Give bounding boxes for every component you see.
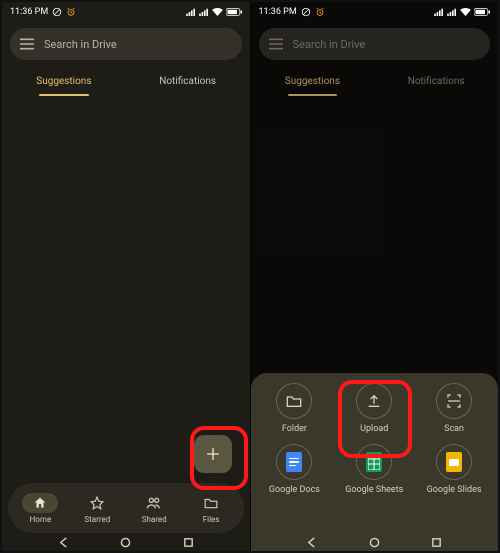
status-time: 11:36 PM bbox=[259, 7, 297, 17]
google-sheets-icon bbox=[366, 452, 382, 472]
sheet-item-sheets[interactable]: Google Sheets bbox=[334, 444, 414, 495]
nav-home[interactable]: Home bbox=[12, 493, 69, 524]
sheet-item-slides[interactable]: Google Slides bbox=[414, 444, 494, 495]
plus-icon bbox=[205, 446, 221, 462]
screenshot-right: 11:36 PM Search in Drive Suggestions Not… bbox=[251, 2, 499, 551]
star-icon bbox=[90, 496, 104, 510]
tabs: Suggestions Notifications bbox=[2, 66, 250, 96]
battery-icon bbox=[226, 8, 242, 16]
nav-files[interactable]: Files bbox=[183, 493, 240, 524]
search-placeholder: Search in Drive bbox=[293, 38, 366, 51]
signal-icon bbox=[434, 8, 444, 16]
wifi-icon bbox=[212, 8, 223, 16]
people-icon bbox=[146, 496, 162, 510]
tab-notifications[interactable]: Notifications bbox=[374, 66, 498, 96]
android-navbar bbox=[251, 533, 499, 551]
status-bar: 11:36 PM bbox=[251, 2, 499, 22]
battery-icon bbox=[474, 8, 490, 16]
tab-notifications[interactable]: Notifications bbox=[126, 66, 250, 96]
dnd-icon bbox=[52, 7, 62, 17]
alarm-icon bbox=[66, 7, 76, 17]
bottom-nav: Home Starred Shared Files bbox=[8, 483, 244, 533]
sheet-item-scan[interactable]: Scan bbox=[414, 383, 494, 434]
status-time: 11:36 PM bbox=[10, 7, 48, 17]
search-placeholder: Search in Drive bbox=[44, 38, 117, 51]
google-docs-icon bbox=[286, 452, 302, 472]
folder-icon bbox=[286, 394, 302, 408]
sheet-item-folder[interactable]: Folder bbox=[255, 383, 335, 434]
screenshot-left: 11:36 PM Search in Drive bbox=[2, 2, 251, 551]
nav-shared[interactable]: Shared bbox=[126, 493, 183, 524]
signal-icon-2 bbox=[447, 8, 457, 16]
back-icon[interactable] bbox=[306, 537, 317, 548]
home-button-icon[interactable] bbox=[369, 537, 380, 548]
signal-icon-2 bbox=[199, 8, 209, 16]
google-slides-icon bbox=[446, 452, 462, 472]
sheet-item-docs[interactable]: Google Docs bbox=[255, 444, 335, 495]
dnd-icon bbox=[301, 7, 311, 17]
nav-starred[interactable]: Starred bbox=[69, 493, 126, 524]
sheet-item-upload[interactable]: Upload bbox=[334, 383, 414, 434]
tab-suggestions[interactable]: Suggestions bbox=[251, 66, 375, 96]
alarm-icon bbox=[315, 7, 325, 17]
recents-icon[interactable] bbox=[431, 537, 442, 548]
hamburger-icon[interactable] bbox=[269, 38, 283, 50]
hamburger-icon[interactable] bbox=[20, 38, 34, 50]
tab-suggestions[interactable]: Suggestions bbox=[2, 66, 126, 96]
status-bar: 11:36 PM bbox=[2, 2, 250, 22]
upload-icon bbox=[366, 393, 382, 409]
home-icon bbox=[33, 496, 47, 510]
search-bar[interactable]: Search in Drive bbox=[259, 28, 491, 60]
search-bar[interactable]: Search in Drive bbox=[10, 28, 242, 60]
wifi-icon bbox=[460, 8, 471, 16]
new-bottom-sheet: Folder Upload Scan Google Docs bbox=[251, 373, 499, 551]
back-icon[interactable] bbox=[58, 537, 69, 548]
android-navbar bbox=[2, 533, 250, 551]
fab-new[interactable] bbox=[194, 435, 232, 473]
folder-icon bbox=[204, 497, 218, 509]
scan-icon bbox=[446, 393, 462, 409]
tabs: Suggestions Notifications bbox=[251, 66, 499, 96]
home-button-icon[interactable] bbox=[120, 537, 131, 548]
recents-icon[interactable] bbox=[183, 537, 194, 548]
signal-icon bbox=[186, 8, 196, 16]
